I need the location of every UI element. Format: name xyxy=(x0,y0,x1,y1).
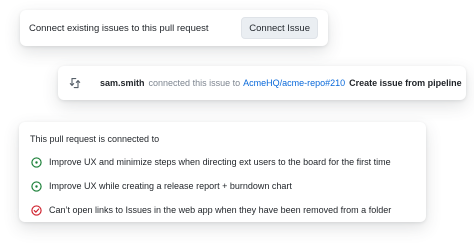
connected-issues-card: This pull request is connected to Improv… xyxy=(19,122,426,222)
connect-issue-button[interactable]: Connect Issue xyxy=(241,17,318,39)
issue-open-icon xyxy=(30,180,42,192)
event-username[interactable]: sam.smith xyxy=(100,78,145,88)
list-item[interactable]: Can’t open links to Issues in the web ap… xyxy=(30,202,416,218)
issue-title: Can’t open links to Issues in the web ap… xyxy=(49,205,392,215)
connected-issues-heading: This pull request is connected to xyxy=(30,134,160,144)
event-description: sam.smith connected this issue to AcmeHQ… xyxy=(100,78,462,88)
event-action-text: connected this issue to xyxy=(148,78,241,88)
issue-title: Improve UX while creating a release repo… xyxy=(49,181,292,191)
connect-issues-card: Connect existing issues to this pull req… xyxy=(20,10,328,46)
connection-event-card: sam.smith connected this issue to AcmeHQ… xyxy=(58,66,466,100)
sync-icon xyxy=(69,76,81,90)
issue-title: Improve UX and minimize steps when direc… xyxy=(49,157,391,167)
issue-closed-icon xyxy=(30,204,42,216)
repo-issue-link[interactable]: AcmeHQ/acme-repo#210 xyxy=(243,78,345,88)
list-item[interactable]: Improve UX and minimize steps when direc… xyxy=(30,154,416,170)
linked-issue-title[interactable]: Create issue from pipeline xyxy=(349,78,462,88)
issue-open-icon xyxy=(30,156,42,168)
connect-issues-prompt: Connect existing issues to this pull req… xyxy=(29,22,209,34)
list-item[interactable]: Improve UX while creating a release repo… xyxy=(30,178,416,194)
